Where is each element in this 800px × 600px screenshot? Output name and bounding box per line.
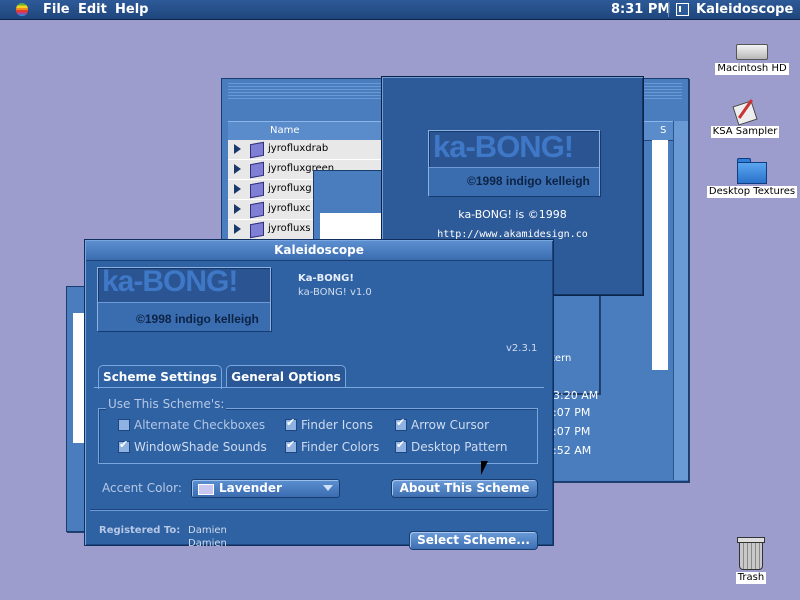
kaleidoscope-content: ka-BONG! ©1998 indigo kelleigh Ka-BONG! … xyxy=(86,261,552,550)
registered-name: Damien xyxy=(188,525,227,536)
scheme-options-group xyxy=(98,408,538,464)
trash-icon xyxy=(737,537,765,570)
scheme-logo-credit: ©1998 indigo kelleigh xyxy=(136,312,259,326)
checkbox-finder-colors[interactable]: Finder Colors xyxy=(285,438,385,454)
modified-time: :07 PM xyxy=(553,406,591,419)
checkbox-label[interactable]: Arrow Cursor xyxy=(411,418,489,432)
list-item-name: jyrofluxg xyxy=(268,183,312,194)
desktop-icon-ksa-sampler[interactable]: KSA Sampler xyxy=(697,98,793,138)
desktop-icon-label: Trash xyxy=(735,572,767,584)
scheme-file-icon xyxy=(250,141,264,159)
list-item-name: jyrofluxs xyxy=(268,223,311,234)
scheme-logo-title: ka-BONG! xyxy=(102,265,238,298)
size-value: 6 xyxy=(657,332,664,343)
hard-drive-icon xyxy=(736,44,768,60)
chevron-down-icon xyxy=(323,485,333,491)
modified-time: 3:20 AM xyxy=(553,389,599,402)
menu-edit[interactable]: Edit xyxy=(78,1,107,18)
accent-color-label: Accent Color: xyxy=(102,481,182,495)
modified-time: :07 PM xyxy=(553,425,591,438)
desktop-icon-label: KSA Sampler xyxy=(710,126,780,138)
checkbox-box[interactable] xyxy=(118,419,130,431)
window-divider xyxy=(90,509,548,511)
list-item[interactable]: jyrofluxdrab xyxy=(228,140,382,160)
scheme-logo: ka-BONG! ©1998 indigo kelleigh xyxy=(97,265,271,331)
checkbox-label[interactable]: Finder Icons xyxy=(301,418,373,432)
menu-bar: File Edit Help 8:31 PM Kaleidoscope xyxy=(0,0,800,20)
checkbox-finder-icons[interactable]: Finder Icons xyxy=(285,416,385,432)
folder-icon xyxy=(737,156,767,184)
checkbox-label[interactable]: Alternate Checkboxes xyxy=(134,418,265,432)
select-scheme-button[interactable]: Select Scheme... xyxy=(409,531,538,550)
disclosure-triangle-icon[interactable] xyxy=(234,184,241,194)
disclosure-triangle-icon[interactable] xyxy=(234,224,241,234)
column-header-size[interactable]: S xyxy=(660,125,666,136)
splash-copyright: ka-BONG! is ©1998 xyxy=(458,208,567,221)
list-item-name: jyrofluxc xyxy=(268,203,311,214)
splash-logo: ka-BONG! ©1998 indigo kelleigh xyxy=(428,129,600,196)
checkbox-windowshade-sounds[interactable]: WindowShade Sounds xyxy=(118,438,268,454)
desktop-icon-desktop-textures[interactable]: Desktop Textures xyxy=(704,156,800,198)
checkbox-box[interactable] xyxy=(395,438,407,453)
scheme-file-icon xyxy=(250,181,264,199)
checkbox-box[interactable] xyxy=(395,416,407,431)
menu-file[interactable]: File xyxy=(43,1,70,18)
about-this-scheme-button[interactable]: About This Scheme xyxy=(391,479,538,498)
splash-logo-title: ka-BONG! xyxy=(433,129,574,164)
disclosure-triangle-icon[interactable] xyxy=(234,144,241,154)
tab-scheme-settings[interactable]: Scheme Settings xyxy=(98,365,222,389)
apple-menu-icon[interactable] xyxy=(16,3,28,16)
scheme-file-icon xyxy=(250,201,264,219)
scheme-file-icon xyxy=(250,221,264,239)
splash-logo-credit: ©1998 indigo kelleigh xyxy=(467,174,590,188)
registered-to-label: Registered To: xyxy=(99,525,181,536)
app-version: v2.3.1 xyxy=(506,343,538,354)
checkbox-label[interactable]: Finder Colors xyxy=(301,440,379,454)
finder-scrollbar[interactable] xyxy=(673,121,688,480)
checkbox-label[interactable]: Desktop Pattern xyxy=(411,440,507,454)
checkbox-arrow-cursor[interactable]: Arrow Cursor xyxy=(395,416,515,432)
desktop-icon-label: Desktop Textures xyxy=(706,186,798,198)
accent-color-swatch xyxy=(198,484,214,495)
ksa-sampler-icon xyxy=(732,98,758,124)
size-value: 6 xyxy=(657,351,664,362)
accent-color-popup[interactable]: Lavender xyxy=(191,479,340,498)
menubar-divider xyxy=(668,2,669,17)
checkbox-label[interactable]: WindowShade Sounds xyxy=(134,440,267,454)
size-value: 18 xyxy=(651,312,664,323)
tab-divider xyxy=(94,387,544,388)
modified-time: :52 AM xyxy=(553,444,592,457)
checkbox-desktop-pattern[interactable]: Desktop Pattern xyxy=(395,438,515,454)
truncated-text: tern xyxy=(551,353,572,364)
kaleidoscope-window[interactable]: Kaleidoscope ka-BONG! ©1998 indigo kelle… xyxy=(84,239,554,550)
column-header-name[interactable]: Name xyxy=(270,125,300,136)
checkbox-box[interactable] xyxy=(118,438,130,453)
menu-help[interactable]: Help xyxy=(115,1,148,18)
mouse-cursor-icon xyxy=(481,461,488,475)
menubar-clock[interactable]: 8:31 PM xyxy=(611,1,670,18)
desktop-icon-trash[interactable]: Trash xyxy=(703,537,799,584)
desktop-icon-macintosh-hd[interactable]: Macintosh HD xyxy=(704,44,800,75)
tab-general-options[interactable]: General Options xyxy=(226,365,346,388)
application-menu-label[interactable]: Kaleidoscope xyxy=(696,1,793,18)
scheme-name: Ka-BONG! xyxy=(298,273,354,284)
window-title: Kaleidoscope xyxy=(274,243,364,257)
disclosure-triangle-icon[interactable] xyxy=(234,204,241,214)
registered-organization: Damien xyxy=(188,538,227,549)
checkbox-alternate-checkboxes[interactable]: Alternate Checkboxes xyxy=(118,418,268,432)
application-menu-icon[interactable] xyxy=(676,3,689,16)
scheme-file-icon xyxy=(250,161,264,179)
scheme-options-label: Use This Scheme's: xyxy=(106,397,227,411)
kaleidoscope-title-bar[interactable]: Kaleidoscope xyxy=(86,241,552,261)
desktop-icon-label: Macintosh HD xyxy=(715,63,789,75)
checkbox-box[interactable] xyxy=(285,438,297,453)
scheme-version: ka-BONG! v1.0 xyxy=(298,287,372,298)
disclosure-triangle-icon[interactable] xyxy=(234,164,241,174)
list-item-name: jyrofluxdrab xyxy=(268,143,329,154)
checkbox-box[interactable] xyxy=(285,416,297,431)
accent-color-value: Lavender xyxy=(219,481,282,495)
